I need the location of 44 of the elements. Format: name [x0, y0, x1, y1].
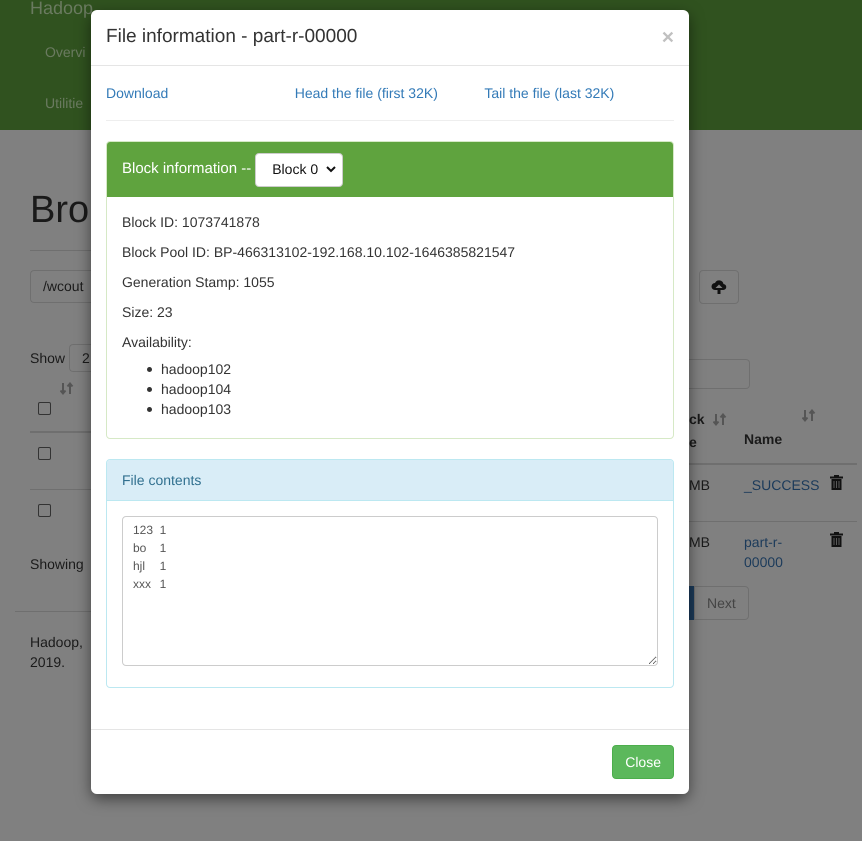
block-detail: Size: 23 [122, 303, 174, 322]
sort-icon [802, 409, 816, 423]
availability-label: Availability: [122, 333, 193, 352]
block-detail: Block ID: 1073741878 [122, 213, 261, 232]
next-button[interactable]: Next [694, 586, 749, 620]
upload-button[interactable] [699, 270, 739, 304]
host-name: hadoop103 [161, 400, 232, 419]
footer-text: Hadoop, 2019. [29, 633, 84, 672]
cloud-upload-icon [711, 280, 727, 294]
checkbox[interactable] [38, 447, 51, 460]
block-detail: Block Pool ID: BP-466313102-192.168.10.102-1646385821547 [122, 243, 516, 262]
file-link[interactable]: Tail the file (last 32K) [484, 82, 674, 104]
file-contents-field[interactable]: 123 1 bo 1 hjl 1 xxx 1 [122, 516, 658, 666]
column-header[interactable]: e [689, 432, 744, 453]
trash-icon[interactable] [830, 475, 843, 490]
close-button[interactable]: Close [612, 745, 674, 779]
checkbox[interactable] [38, 504, 51, 517]
file-name-link[interactable]: part-r-00000 [744, 532, 824, 572]
panel-title: File contents [122, 470, 202, 490]
panel-title: Block information -- [122, 159, 252, 180]
file-link[interactable]: Download [106, 82, 295, 104]
file-link[interactable]: Head the file (first 32K) [294, 82, 484, 104]
size-cell-text: MB [689, 476, 711, 495]
block-select[interactable]: Block 0 [255, 152, 344, 186]
file-name-link[interactable]: _SUCCESS [744, 475, 824, 495]
active-page-indicator [689, 586, 694, 620]
page-title: Bro [30, 188, 90, 232]
block-detail: Generation Stamp: 1055 [122, 273, 276, 292]
chevron-down-icon [326, 166, 336, 173]
host-name: hadoop102 [161, 360, 232, 379]
column-header[interactable]: ck [689, 409, 705, 430]
bullet-icon [147, 386, 152, 392]
column-header[interactable]: Name [744, 429, 816, 450]
sort-icon [712, 412, 727, 426]
size-cell-text: MB [689, 533, 711, 552]
trash-icon[interactable] [830, 532, 843, 547]
checkbox[interactable] [38, 402, 51, 415]
sort-icon [60, 382, 74, 396]
bullet-icon [147, 406, 152, 412]
show-label: Show [30, 348, 66, 368]
showing-text: Showing [30, 555, 85, 574]
dialog-title: File information - part-r-00000 [106, 25, 358, 50]
bullet-icon [147, 366, 152, 372]
host-name: hadoop104 [161, 380, 232, 399]
